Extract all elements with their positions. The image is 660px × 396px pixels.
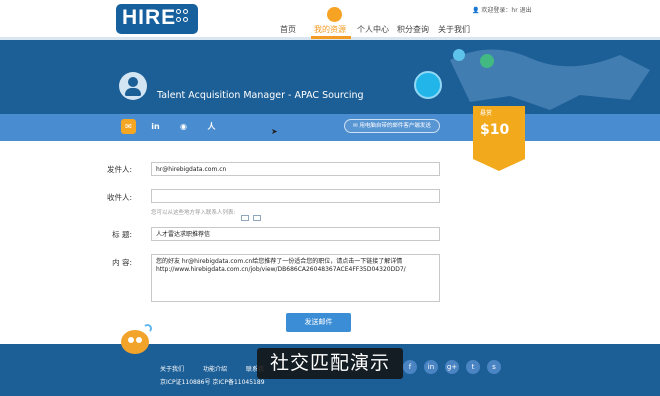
user-icon: 👤 xyxy=(472,7,480,14)
user-bar[interactable]: 👤 欢迎登录：hr 退出 xyxy=(472,5,532,14)
sender-field[interactable]: hr@hirebigdata.com.cn xyxy=(151,162,440,176)
content-line-1: 您的好友 hr@hirebigdata.com.cn给您推荐了一份适合您的职位，… xyxy=(156,258,403,265)
page: HIRE 👤 欢迎登录：hr 退出 首页 我的资源 个人中心 积分查询 关于我们… xyxy=(0,0,660,396)
renren-icon: 人 xyxy=(207,122,216,131)
reward-ribbon: 悬赏 $10 xyxy=(473,106,525,171)
content-textarea[interactable]: 您的好友 hr@hirebigdata.com.cn给您推荐了一份适合您的职位，… xyxy=(151,254,440,302)
reward-value: $10 xyxy=(480,122,510,138)
nav-my-resources[interactable]: 我的资源 xyxy=(314,24,346,35)
footer-link-features[interactable]: 功能介绍 xyxy=(203,364,227,373)
user-bar-text: 欢迎登录：hr 退出 xyxy=(481,7,532,14)
content-label: 内 容: xyxy=(112,258,132,267)
recipient-label: 收件人: xyxy=(106,193,132,202)
twitter-icon[interactable]: t xyxy=(466,360,480,374)
linkedin-icon: in xyxy=(151,122,160,131)
video-subtitle-overlay: 社交匹配演示 xyxy=(257,348,403,379)
send-email-button[interactable]: 发送邮件 xyxy=(286,313,351,332)
facebook-icon[interactable]: f xyxy=(403,360,417,374)
footer-link-about[interactable]: 关于我们 xyxy=(160,364,184,373)
location-pin-icon xyxy=(453,49,465,61)
nav-personal-center[interactable]: 个人中心 xyxy=(357,24,389,35)
person-pin-icon xyxy=(480,54,494,68)
reward-label: 悬赏 xyxy=(480,110,493,117)
tab-weibo[interactable]: ◉ xyxy=(176,119,191,134)
nav-home[interactable]: 首页 xyxy=(280,24,296,35)
tab-renren[interactable]: 人 xyxy=(204,119,219,134)
recipient-field[interactable] xyxy=(151,189,440,203)
tab-linkedin[interactable]: in xyxy=(148,119,163,134)
job-banner xyxy=(0,40,660,114)
hotmail-icon[interactable] xyxy=(253,215,261,221)
job-title: Talent Acquisition Manager - APAC Sourci… xyxy=(157,90,364,101)
mail-icon: ✉ xyxy=(125,122,132,131)
mail-client-send-button[interactable]: ✉ 用电脑自带的邮件客户端发送 xyxy=(344,119,440,133)
profile-icon xyxy=(119,72,147,100)
subject-field[interactable]: 人才雷达求职推荐信 xyxy=(151,227,440,241)
share-tab-bar xyxy=(0,114,660,141)
subject-label: 标 题: xyxy=(112,230,132,239)
resources-icon xyxy=(327,7,342,22)
nav-active-underline xyxy=(311,36,351,39)
linkedin-footer-icon[interactable]: in xyxy=(424,360,438,374)
contact-import-icons xyxy=(241,206,276,240)
logo-dots-icon xyxy=(176,9,192,29)
header: HIRE 👤 欢迎登录：hr 退出 首页 我的资源 个人中心 积分查询 关于我们 xyxy=(0,0,660,40)
googleplus-icon[interactable]: g+ xyxy=(445,360,459,374)
world-map-graphic xyxy=(450,49,650,110)
logo-text: HIRE xyxy=(122,6,177,29)
gmail-icon[interactable] xyxy=(241,215,249,221)
tab-email[interactable]: ✉ xyxy=(121,119,136,134)
content-line-2: http://www.hirebigdata.com.cn/job/view/D… xyxy=(156,266,406,273)
footer-icp-text: 京ICP证110886号 京ICP备11045189 xyxy=(160,379,265,386)
sender-label: 发件人: xyxy=(106,165,132,174)
skype-icon[interactable]: s xyxy=(487,360,501,374)
nav-about-us[interactable]: 关于我们 xyxy=(438,24,470,35)
mouse-cursor-icon: ➤ xyxy=(271,127,278,136)
nav-points-query[interactable]: 积分查询 xyxy=(397,24,429,35)
radar-mascot-icon xyxy=(118,324,154,356)
recipient-import-hint: 您可以从这些地方导入联系人列表: xyxy=(151,210,236,216)
chat-bubble-icon xyxy=(414,71,442,99)
hire-logo[interactable]: HIRE xyxy=(116,4,198,34)
weibo-icon: ◉ xyxy=(180,122,187,131)
mail-client-label: 用电脑自带的邮件客户端发送 xyxy=(359,123,431,129)
